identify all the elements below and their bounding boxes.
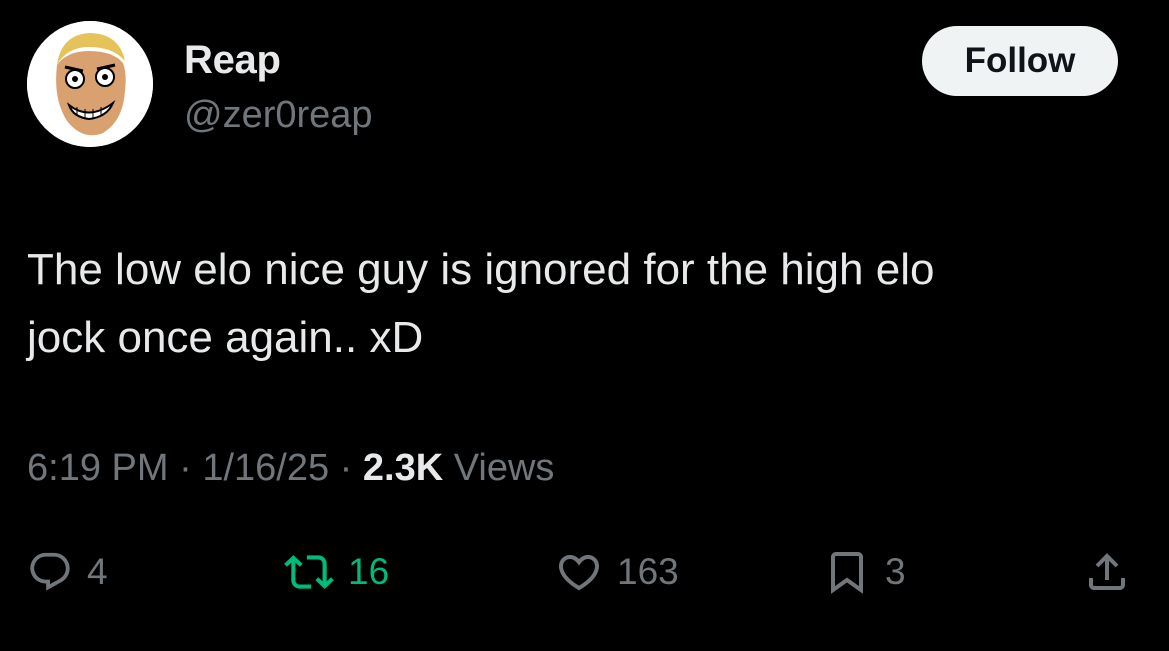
reply-icon <box>30 552 70 591</box>
meta-separator: · <box>179 447 192 489</box>
bookmark-button[interactable]: 3 <box>823 540 906 604</box>
action-bar: 4 16 163 3 <box>0 540 1169 604</box>
reply-count: 4 <box>87 551 108 592</box>
meta-separator: · <box>339 447 353 489</box>
tweet-text: The low elo nice guy is ignored for the … <box>27 245 935 362</box>
share-icon <box>1089 553 1125 590</box>
author-handle[interactable]: @zer0reap <box>184 94 373 137</box>
bookmark-count: 3 <box>885 551 906 592</box>
heart-icon <box>558 555 600 591</box>
views-label: Views <box>453 447 555 489</box>
retweet-icon <box>284 555 334 589</box>
follow-button[interactable]: Follow <box>922 26 1118 96</box>
share-button[interactable] <box>1083 540 1131 604</box>
tweet-meta: 6:19 PM · 1/16/25 · 2.3K Views <box>27 447 554 490</box>
tweet-time[interactable]: 6:19 PM <box>27 447 169 489</box>
views-count: 2.3K <box>362 447 444 489</box>
tweet-date[interactable]: 1/16/25 <box>202 447 329 489</box>
avatar[interactable] <box>27 21 153 147</box>
like-count: 163 <box>617 551 679 592</box>
reply-button[interactable]: 4 <box>27 540 108 604</box>
author-display-name[interactable]: Reap <box>184 38 281 83</box>
retweet-button[interactable]: 16 <box>284 540 389 604</box>
bookmark-icon <box>831 552 863 594</box>
retweet-count: 16 <box>348 551 390 592</box>
like-button[interactable]: 163 <box>555 540 679 604</box>
cartoon-face-avatar-icon <box>27 21 153 147</box>
